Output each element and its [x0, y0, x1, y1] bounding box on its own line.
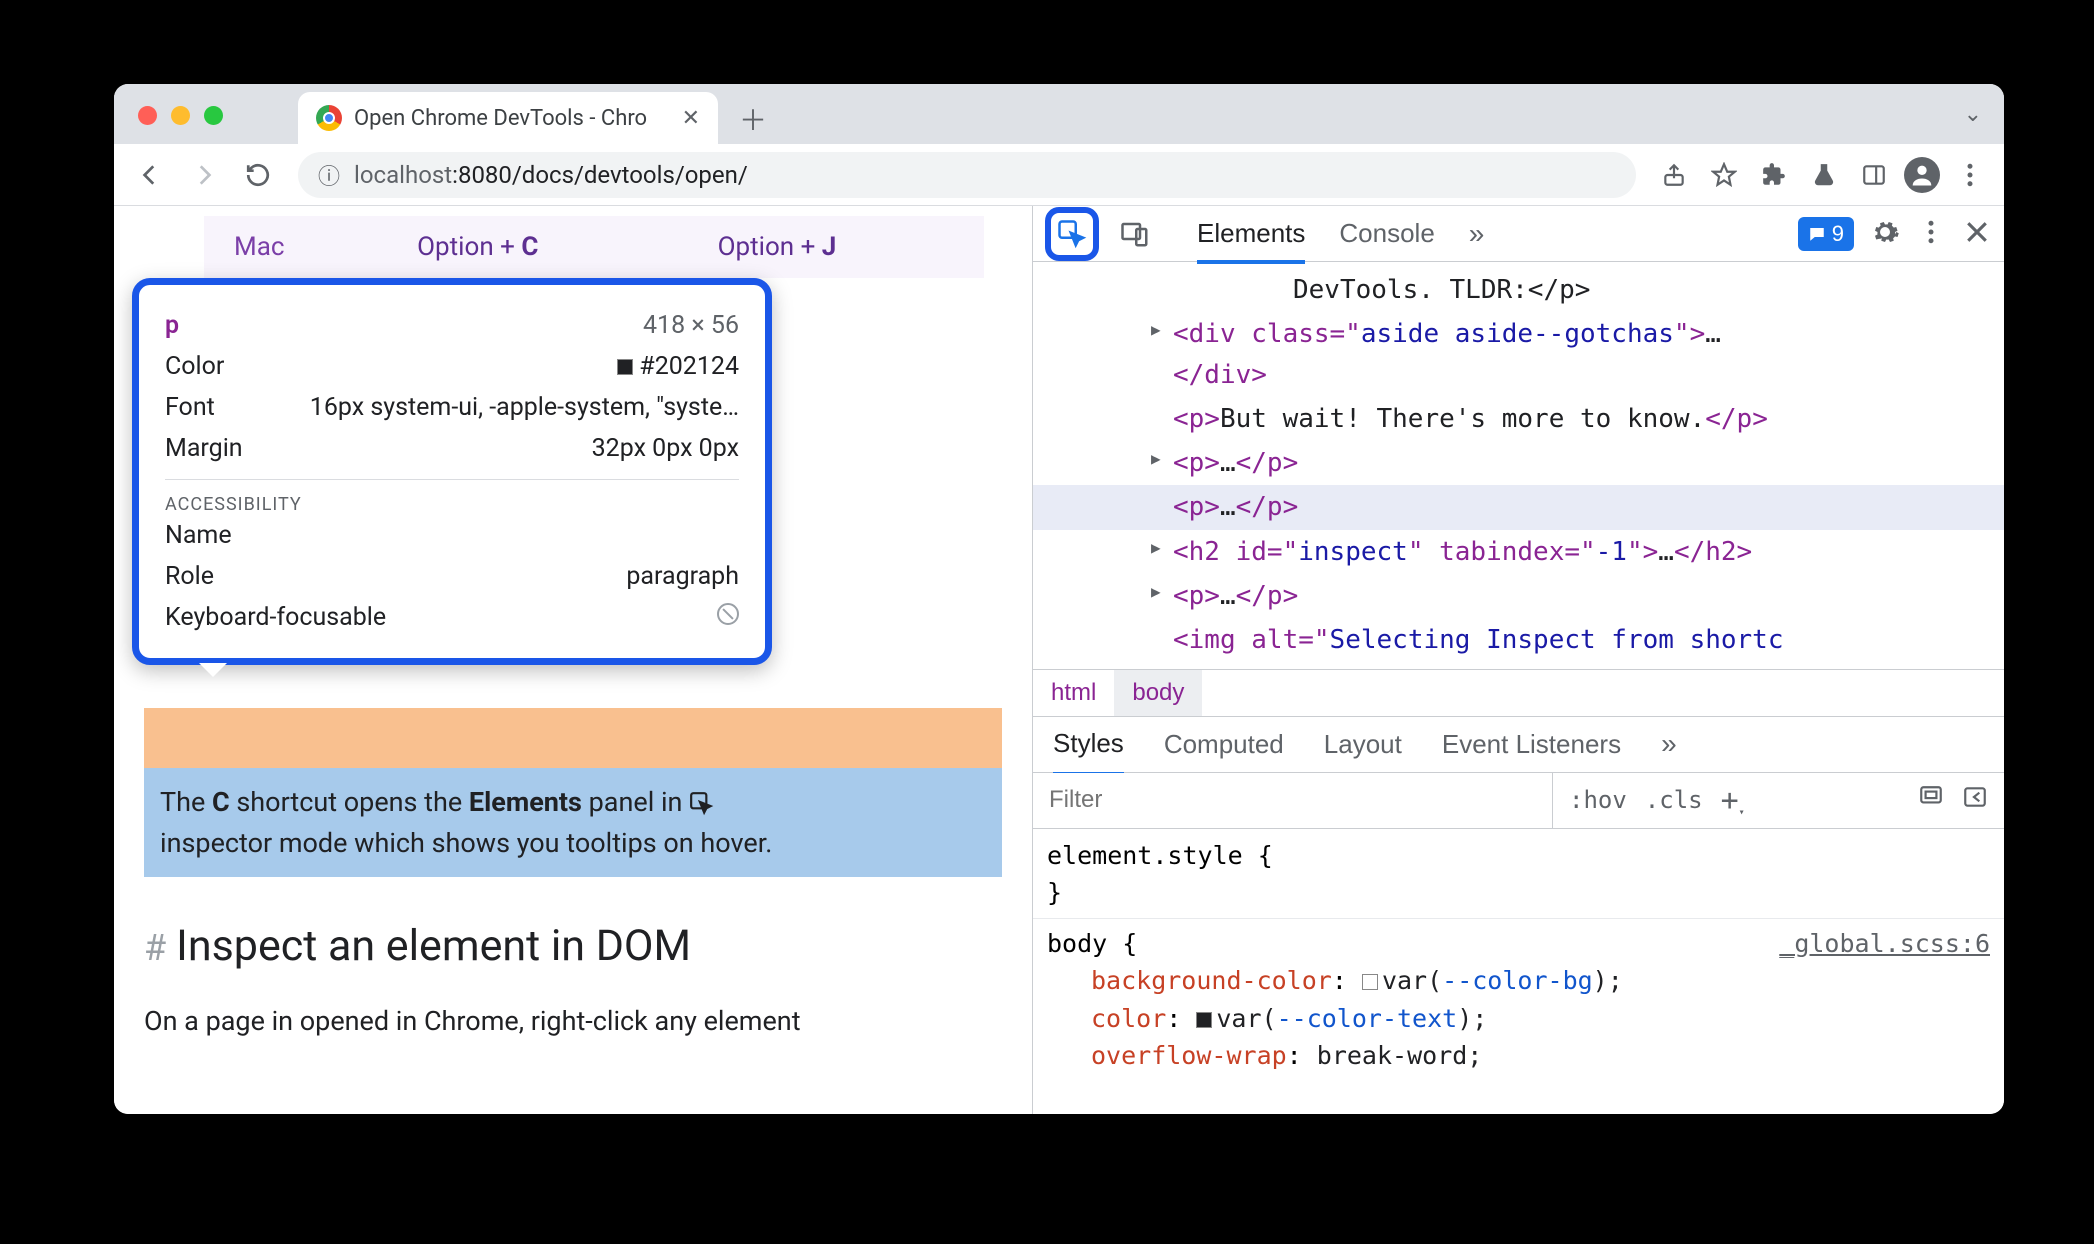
margin-overlay — [144, 708, 1002, 768]
devtools-toolbar: Elements Console » 9 — [1033, 206, 2004, 262]
rendered-page: Mac Option + C Option + J p 418 × 56 Colo… — [114, 206, 1032, 1114]
dom-node[interactable]: <p>But wait! There's more to know.</p> — [1173, 397, 1984, 441]
tt-dimensions: 418 × 56 — [643, 311, 739, 340]
tt-margin-label: Margin — [165, 434, 243, 463]
chrome-menu-icon[interactable] — [1950, 155, 1990, 195]
dom-node[interactable]: ▶<p>…</p> — [1173, 441, 1984, 485]
chrome-icon — [316, 105, 342, 131]
dom-node[interactable]: ▶<div class="aside aside--gotchas">…</di… — [1173, 312, 1984, 397]
breadcrumb-body[interactable]: body — [1114, 670, 1202, 716]
hov-toggle[interactable]: :hov — [1569, 786, 1627, 814]
toggle-pane-icon[interactable] — [1962, 784, 1988, 816]
tab-strip: Open Chrome DevTools - Chro ✕ ＋ ⌄ — [114, 84, 2004, 144]
dom-node[interactable]: DevTools. TLDR:</p> — [1173, 268, 1984, 312]
computed-sidebar-icon[interactable] — [1918, 784, 1944, 816]
settings-icon[interactable] — [1870, 217, 1900, 251]
window-controls — [138, 106, 223, 125]
profile-avatar[interactable] — [1904, 157, 1940, 193]
bookmark-icon[interactable] — [1704, 155, 1744, 195]
styles-body[interactable]: element.style {} body {_global.scss:6 ba… — [1033, 829, 2004, 1083]
devtools-menu-icon[interactable] — [1916, 217, 1946, 251]
tt-role-value: paragraph — [626, 562, 739, 591]
breadcrumb-html[interactable]: html — [1033, 670, 1114, 716]
tt-name-label: Name — [165, 521, 232, 550]
tab-title: Open Chrome DevTools - Chro — [354, 106, 647, 131]
sidepanel-icon[interactable] — [1854, 155, 1894, 195]
css-declaration[interactable]: color: var(--color-text); — [1047, 1000, 1990, 1038]
rule-header[interactable]: body {_global.scss:6 — [1047, 925, 1990, 963]
dom-tree[interactable]: DevTools. TLDR:</p> ▶<div class="aside a… — [1033, 262, 2004, 669]
tt-margin-value: 32px 0px 0px — [592, 434, 739, 463]
close-devtools-icon[interactable] — [1962, 217, 1992, 251]
issues-badge[interactable]: 9 — [1798, 217, 1854, 251]
tab-layout[interactable]: Layout — [1324, 729, 1402, 760]
heading-row: # Inspect an element in DOM — [144, 921, 1002, 971]
dom-node-selected[interactable]: ▶<p>…</p> — [1033, 485, 2004, 529]
more-tabs-icon[interactable]: » — [1469, 218, 1485, 250]
tabs-dropdown-icon[interactable]: ⌄ — [1964, 102, 1982, 127]
back-button[interactable] — [128, 153, 172, 197]
dom-node[interactable]: ▶<p>…</p> — [1173, 574, 1984, 618]
extensions-icon[interactable] — [1754, 155, 1794, 195]
css-declaration[interactable]: background-color: var(--color-bg); — [1047, 962, 1990, 1000]
page-heading: Inspect an element in DOM — [176, 921, 691, 971]
inspect-element-button[interactable] — [1045, 207, 1099, 261]
rule-source-link[interactable]: _global.scss:6 — [1779, 925, 1990, 963]
shortcut-cell: Option + C — [387, 216, 687, 278]
not-focusable-icon — [717, 603, 739, 625]
shortcut-cell: Option + J — [688, 216, 984, 278]
tab-elements[interactable]: Elements — [1197, 218, 1305, 264]
url-text: localhost:8080/docs/devtools/open/ — [354, 161, 748, 189]
browser-tab[interactable]: Open Chrome DevTools - Chro ✕ — [298, 92, 718, 144]
close-tab-icon[interactable]: ✕ — [682, 106, 700, 131]
close-window[interactable] — [138, 106, 157, 125]
inspect-inline-icon — [689, 791, 715, 817]
more-styles-tabs-icon[interactable]: » — [1661, 728, 1677, 760]
cls-toggle[interactable]: .cls — [1645, 786, 1703, 814]
browser-window: Open Chrome DevTools - Chro ✕ ＋ ⌄ ⓘ loca… — [114, 84, 2004, 1114]
maximize-window[interactable] — [204, 106, 223, 125]
content-area: Mac Option + C Option + J p 418 × 56 Colo… — [114, 206, 2004, 1114]
reload-button[interactable] — [236, 153, 280, 197]
tt-tag: p — [165, 311, 179, 340]
site-info-icon[interactable]: ⓘ — [318, 159, 340, 191]
tt-font-value: 16px system-ui, -apple-system, "syste… — [310, 393, 739, 422]
shortcut-table: Mac Option + C Option + J — [204, 216, 984, 278]
tab-styles[interactable]: Styles — [1053, 728, 1124, 776]
highlighted-paragraph: The C shortcut opens the Elements panel … — [144, 768, 1002, 877]
tt-kbd-label: Keyboard-focusable — [165, 603, 386, 632]
minimize-window[interactable] — [171, 106, 190, 125]
table-row: Mac Option + C Option + J — [204, 216, 984, 278]
devtools-panel: Elements Console » 9 DevTools. TLDR:</p>… — [1032, 206, 2004, 1114]
os-cell: Mac — [204, 216, 387, 278]
tt-accessibility-header: ACCESSIBILITY — [165, 479, 739, 515]
new-tab-button[interactable]: ＋ — [732, 98, 774, 140]
tt-color-value: #202124 — [617, 352, 739, 381]
body-paragraph: On a page in opened in Chrome, right-cli… — [144, 1001, 1002, 1042]
browser-toolbar: ⓘ localhost:8080/docs/devtools/open/ — [114, 144, 2004, 206]
forward-button[interactable] — [182, 153, 226, 197]
css-declaration[interactable]: overflow-wrap: break-word; — [1047, 1037, 1990, 1075]
element-style-rule[interactable]: element.style {} — [1047, 837, 1990, 912]
dom-breadcrumb: html body — [1033, 669, 2004, 717]
styles-filter-input[interactable] — [1033, 773, 1553, 828]
inspect-tooltip: p 418 × 56 Color #202124 Font 16px system-u… — [132, 278, 772, 665]
anchor-hash[interactable]: # — [144, 927, 166, 969]
styles-filter-row: :hov .cls +▾ — [1033, 773, 2004, 829]
tab-event-listeners[interactable]: Event Listeners — [1442, 729, 1621, 760]
device-toolbar-button[interactable] — [1115, 219, 1155, 249]
dom-node[interactable]: <img alt="Selecting Inspect from shortc — [1173, 618, 1984, 662]
tt-font-label: Font — [165, 393, 215, 422]
tab-computed[interactable]: Computed — [1164, 729, 1284, 760]
tab-console[interactable]: Console — [1339, 218, 1434, 250]
new-rule-icon[interactable]: +▾ — [1721, 783, 1739, 818]
labs-icon[interactable] — [1804, 155, 1844, 195]
address-bar[interactable]: ⓘ localhost:8080/docs/devtools/open/ — [298, 152, 1636, 198]
share-icon[interactable] — [1654, 155, 1694, 195]
devtools-tabs: Elements Console » — [1197, 218, 1484, 250]
tt-color-label: Color — [165, 352, 224, 381]
dom-node[interactable]: ▶<h2 id="inspect" tabindex="-1">…</h2> — [1173, 530, 1984, 574]
styles-tabs: Styles Computed Layout Event Listeners » — [1033, 717, 2004, 773]
tt-role-label: Role — [165, 562, 214, 591]
